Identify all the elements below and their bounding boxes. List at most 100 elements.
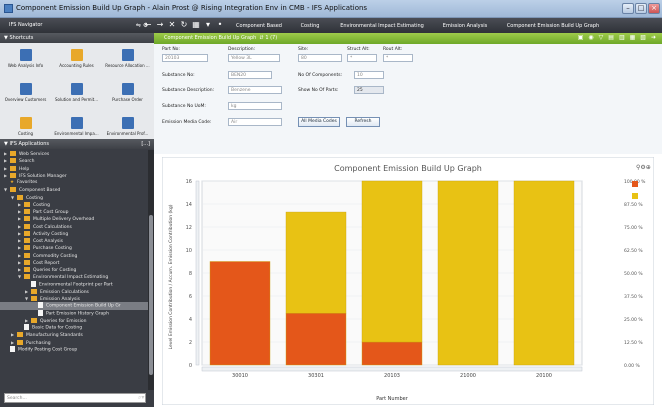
part-no-field[interactable]: 20103 [162, 54, 208, 62]
rout-alt-field[interactable]: * [383, 54, 413, 62]
tree-item-label: Emission Analysis [40, 297, 80, 302]
uom-field[interactable]: kg [228, 102, 282, 110]
tree-item[interactable]: ▶ Cost Calculations [0, 223, 149, 230]
forward-icon[interactable]: → [155, 20, 165, 30]
shortcut-label: Purchase Order [112, 97, 143, 102]
shortcut-accounting-rules[interactable]: Accounting Rules [51, 47, 102, 73]
no-components-field[interactable]: 10 [354, 71, 384, 79]
tree-item[interactable]: ▶ Costing [0, 201, 149, 208]
tree-item[interactable]: Part Emission History Graph [0, 309, 149, 317]
bar-segment[interactable] [361, 180, 423, 343]
y-axis-scrollbar[interactable] [195, 180, 200, 366]
y-tick-label: 0 [189, 363, 192, 369]
tree-item[interactable]: Modify Posting Cost Group [0, 345, 149, 353]
substance-no-field[interactable]: BEN20 [228, 71, 272, 79]
tree-item[interactable]: ▶ Activity Costing [0, 230, 149, 237]
tree-item[interactable]: ▶ Part Cost Group [0, 208, 149, 215]
tree-item[interactable]: ▶ Cost Report [0, 259, 149, 266]
new-icon[interactable]: ▦ [630, 34, 636, 41]
grid-icon[interactable]: ▦ [191, 20, 201, 30]
tree-item[interactable]: ▶ Purchase Costing [0, 244, 149, 251]
media-code-field[interactable]: Air [228, 118, 282, 126]
folder-icon [17, 194, 23, 200]
search-icon[interactable]: ⌕▾ [138, 394, 144, 402]
document-icon [24, 324, 29, 330]
shortcut-environmental-profile[interactable]: Environmental Prof... [102, 115, 153, 141]
tree-item[interactable]: ▶ Help [0, 165, 149, 172]
show-parts-field[interactable]: 25 [354, 86, 384, 94]
tree-item[interactable]: Component Emission Build Up Gr [0, 302, 149, 310]
tree-item[interactable]: ▼ Component Based [0, 186, 149, 193]
all-media-codes-button[interactable]: All Media Codes [298, 117, 340, 127]
description-field[interactable]: Yellow 3L [228, 54, 280, 62]
substance-desc-field[interactable]: Benzene [228, 86, 282, 94]
shortcuts-header[interactable]: ▼ Shortcuts [0, 33, 154, 43]
tree-item[interactable]: ▶ Cost Analysis [0, 237, 149, 244]
shortcut-overview-customers[interactable]: Overview Customers [0, 81, 51, 107]
tab-costing[interactable]: Costing [290, 21, 330, 31]
bar-segment[interactable] [437, 180, 499, 366]
separator-dot-icon: • [217, 20, 223, 29]
shortcut-costing[interactable]: Costing [0, 115, 51, 141]
tree-item[interactable]: ▼ Costing [0, 194, 149, 201]
tree-item[interactable]: ▼ Environmental Impact Estimating [0, 273, 149, 280]
shortcut-web-analysis[interactable]: Web Analysis Info [0, 47, 51, 73]
chart-title: Component Emission Build Up Graph [334, 164, 482, 173]
bar-segment[interactable] [285, 211, 347, 314]
site-field[interactable]: 80 [298, 54, 342, 62]
back-icon[interactable]: ← [143, 20, 153, 30]
tree-item[interactable]: ▶ Queries for Emission [0, 317, 149, 324]
save-icon[interactable]: ▥ [619, 34, 625, 41]
tree-item[interactable]: Environmental Footprint per Part [0, 280, 149, 288]
close-tab-icon[interactable]: ✕ [167, 20, 177, 30]
shortcut-solution-permit[interactable]: Solution and Permit... [51, 81, 102, 107]
tree-item[interactable]: ▶ Multiple Delivery Overhead [0, 215, 149, 222]
menu-dropdown-icon[interactable]: ▾ [203, 20, 213, 30]
shortcut-resource-allocation[interactable]: Resource Allocation ... [102, 47, 153, 73]
tree-item[interactable]: ▶ Web Services [0, 150, 149, 157]
bar-segment[interactable] [513, 180, 575, 366]
struct-alt-field[interactable]: * [347, 54, 377, 62]
refresh-icon[interactable]: ↻ [179, 20, 189, 30]
delete-icon[interactable]: ▧ [640, 34, 646, 41]
tab-emission-analysis[interactable]: Emission Analysis [434, 21, 496, 31]
tree-item[interactable]: Basic Data for Costing [0, 324, 149, 331]
shortcut-environmental-impact[interactable]: Environmental Impa... [51, 115, 102, 141]
tree-item[interactable]: ▶ Search [0, 157, 149, 164]
close-button[interactable]: × [648, 3, 660, 14]
refresh-button[interactable]: Refresh [346, 117, 380, 127]
tree-item[interactable]: ▶ Queries for Costing [0, 266, 149, 273]
more-icon[interactable]: ➜ [651, 34, 656, 41]
tab-component-based[interactable]: Component Based [228, 21, 290, 31]
tree-item[interactable]: ★ Favorites [0, 179, 149, 186]
tree-item-label: Component Emission Build Up Gr [46, 303, 121, 309]
tree-item[interactable]: ▶ Purchasing [0, 339, 149, 346]
y-tick-label: 8 [189, 271, 192, 277]
tree-item-label: Activity Costing [33, 231, 69, 237]
tab-environmental-impact[interactable]: Environmental Impact Estimating [330, 21, 434, 31]
minimize-button[interactable]: – [622, 3, 634, 14]
scrollbar-thumb[interactable] [149, 215, 153, 375]
collapse-icon[interactable]: [...] [141, 141, 150, 147]
bar-segment[interactable] [209, 261, 271, 366]
tab-component-emission-graph[interactable]: Component Emission Build Up Graph [496, 21, 610, 31]
tree-item[interactable]: ▶ Manufacturing Standards [0, 331, 149, 338]
bar-segment[interactable] [285, 313, 347, 366]
filter-icon[interactable]: ▽ [599, 34, 604, 41]
navigator-search-input[interactable]: Search... [4, 393, 146, 403]
copy-icon[interactable]: ▤ [608, 34, 614, 41]
applications-header[interactable]: ▼ IFS Applications [...] [0, 139, 154, 149]
tree-item[interactable]: ▶ Commodity Costing [0, 252, 149, 259]
tree-item[interactable]: ▶ IFS Solution Manager [0, 172, 149, 179]
tree-item[interactable]: ▼ Emission Analysis [0, 295, 149, 302]
x-axis-scrollbar[interactable] [201, 366, 583, 372]
attach-icon[interactable]: ◉ [588, 34, 593, 41]
y-tick-label: 12 [186, 225, 192, 231]
maximize-button[interactable]: □ [635, 3, 647, 14]
zoom-controls-icon[interactable]: ⚲⚙⊕ [636, 164, 651, 171]
bar-segment[interactable] [361, 341, 423, 366]
y2-tick-label: 12.50 % [624, 340, 643, 346]
shortcut-purchase-order[interactable]: Purchase Order [102, 81, 153, 107]
print-icon[interactable]: ▣ [578, 34, 584, 41]
tree-item[interactable]: ▶ Emission Calculations [0, 288, 149, 295]
